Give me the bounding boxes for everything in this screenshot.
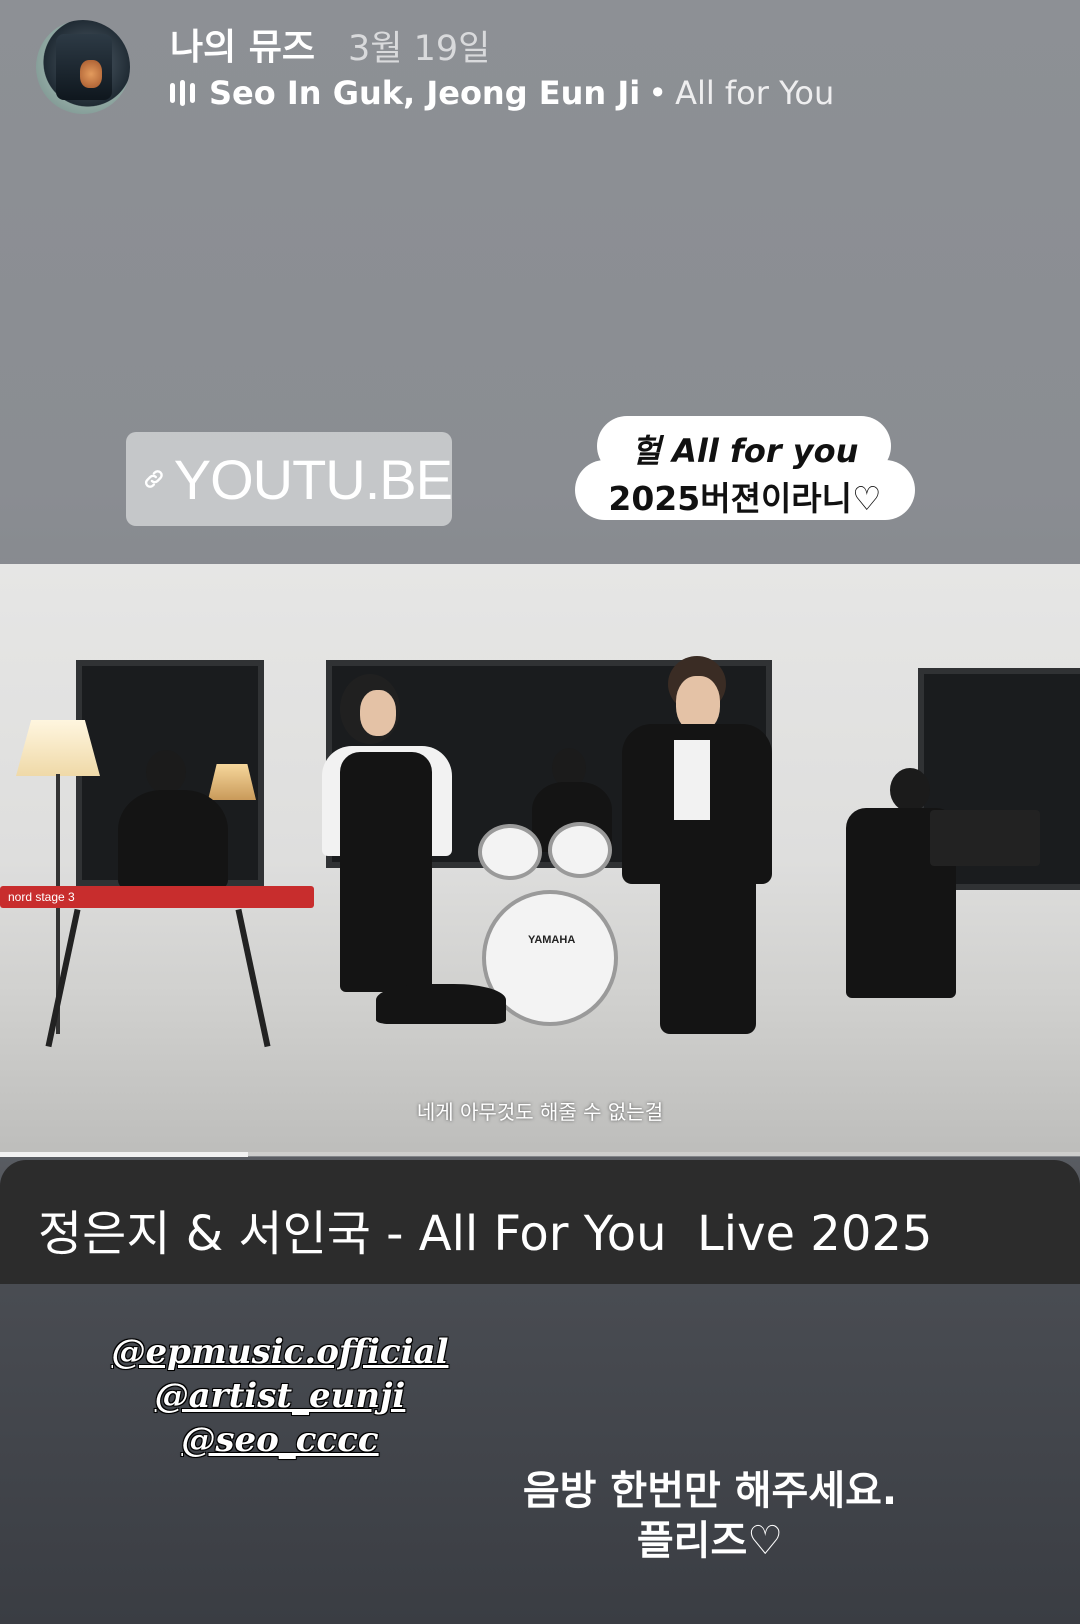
caption-line-1: 음방 한번만 해주세요. [522, 1468, 898, 1514]
male-singer-legs [660, 864, 756, 1034]
caption-text: 음방 한번만 해주세요. 플리즈♡ [500, 1466, 920, 1566]
keyboardist [118, 790, 228, 890]
music-artists: Seo In Guk, Jeong Eun Ji [209, 74, 641, 112]
music-separator: • [648, 74, 668, 112]
video-title: 정은지 & 서인국 - All For You Live 2025 [38, 1206, 933, 1262]
music-stand [930, 810, 1040, 866]
female-singer-face [360, 690, 396, 736]
keyboardist-head [146, 750, 186, 794]
video-progress-bar[interactable] [0, 1152, 1080, 1157]
drum-logo: YAMAHA [528, 934, 576, 946]
video-subtitle: 네게 아무것도 해줄 수 없는걸 [416, 1100, 664, 1124]
female-singer [340, 752, 432, 992]
music-song: All for You [675, 74, 835, 112]
mention-artist-eunji[interactable]: @artist_eunji [100, 1374, 460, 1418]
speech-line-1: 헐 All for you [631, 432, 859, 470]
equalizer-icon [170, 80, 195, 106]
bassist-head [890, 768, 930, 812]
mention-epmusic[interactable]: @epmusic.official [100, 1330, 460, 1374]
caption-line-2: 플리즈♡ [636, 1518, 784, 1564]
mention-stickers: @epmusic.official @artist_eunji @seo_ccc… [100, 1330, 460, 1462]
video-progress-fill [0, 1152, 249, 1157]
tom-drum-left [478, 824, 542, 880]
video-title-bar[interactable]: 정은지 & 서인국 - All For You Live 2025 [0, 1160, 1080, 1284]
post-date: 3월 19일 [348, 29, 491, 69]
keyboard-instrument: nord stage 3 [0, 886, 314, 908]
video-thumbnail[interactable]: nord stage 3 YAMAHA 네게 아무것도 해줄 수 없는걸 [0, 564, 1080, 1156]
link-icon [144, 470, 163, 488]
female-singer-legs [376, 984, 506, 1024]
link-text: YOUTU.BE [173, 447, 453, 511]
user-name[interactable]: 나의 뮤즈 [170, 18, 315, 70]
music-attribution[interactable]: Seo In Guk, Jeong Eun Ji • All for You [170, 74, 834, 112]
link-sticker[interactable]: YOUTU.BE [126, 432, 453, 526]
keyboard-label: nord stage 3 [8, 890, 75, 904]
speech-sticker: 헐 All for you 2025버젼이라니♡ [575, 416, 915, 520]
tom-drum-right [548, 822, 612, 878]
avatar[interactable] [36, 20, 130, 114]
speech-line-2: 2025버젼이라니♡ [608, 479, 882, 518]
male-singer-tshirt [674, 740, 710, 820]
mention-seo[interactable]: @seo_cccc [100, 1418, 460, 1462]
